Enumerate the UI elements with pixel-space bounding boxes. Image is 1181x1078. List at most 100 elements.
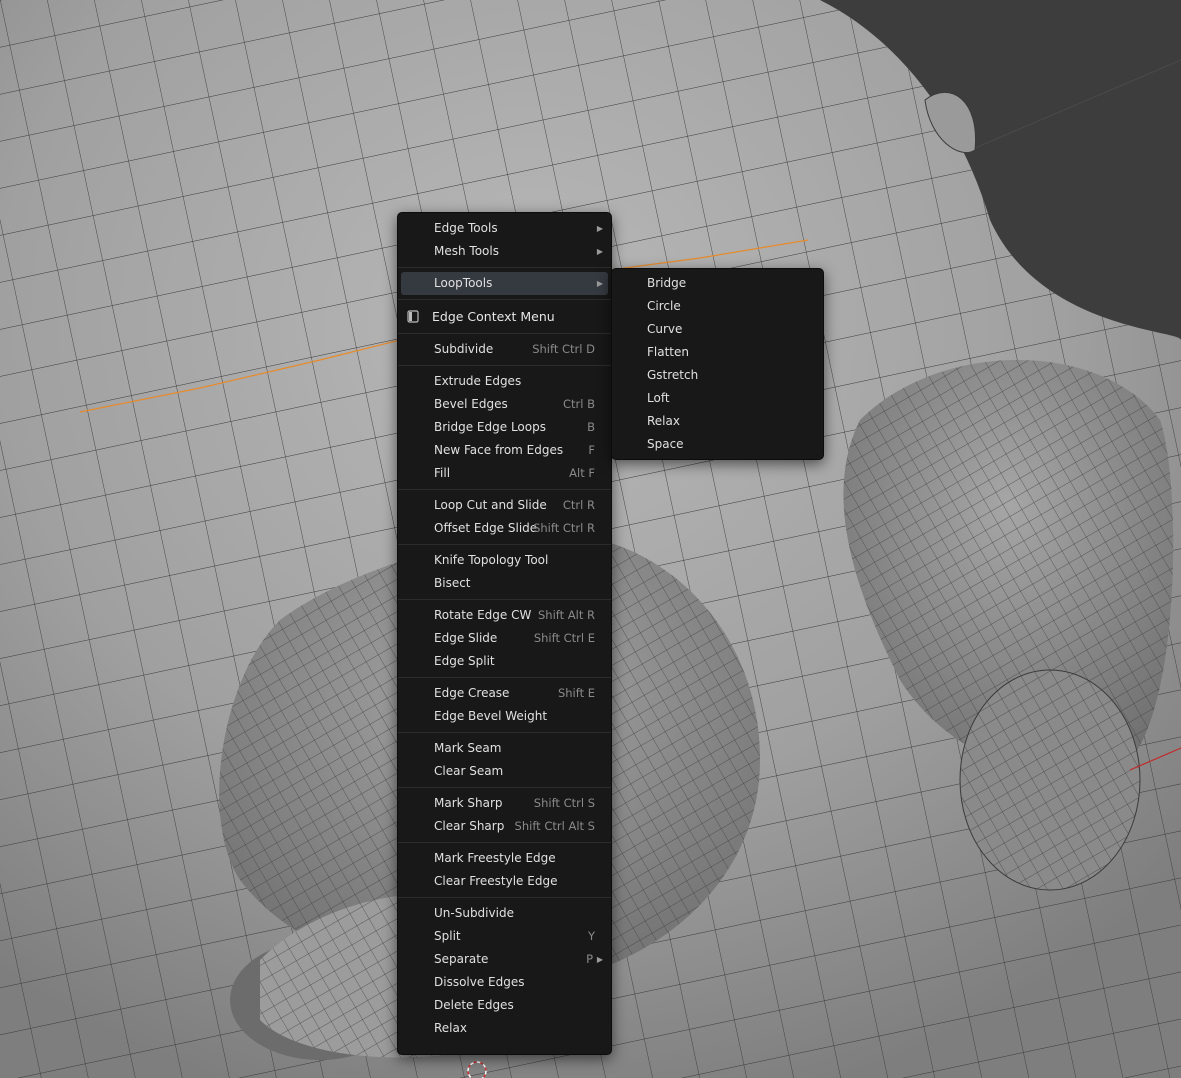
menu-item-shortcut: Y (587, 929, 595, 943)
menu-item-label: Subdivide (434, 342, 494, 356)
menu-item-label: Clear Freestyle Edge (434, 874, 558, 888)
menu-item-label: Flatten (647, 345, 689, 359)
menu-item-dissolve-edges[interactable]: Dissolve Edges (398, 971, 611, 994)
menu-item-clear-seam[interactable]: Clear Seam (398, 760, 611, 783)
menu-separator (398, 787, 611, 788)
menu-item-shortcut: Shift Ctrl D (532, 342, 595, 356)
menu-item-shortcut: Shift Ctrl Alt S (514, 819, 595, 833)
looptools-submenu: Bridge Circle Curve Flatten Gstretch Loft Rela… (611, 268, 824, 460)
menu-item-label: Edge Slide (434, 631, 498, 645)
menu-item-edge-bevel-weight[interactable]: Edge Bevel Weight (398, 705, 611, 728)
menu-item-shortcut: Shift Ctrl R (533, 521, 595, 535)
menu-item-edge-tools[interactable]: Edge Tools ▶ (398, 217, 611, 240)
menu-item-edge-slide[interactable]: Edge Slide Shift Ctrl E (398, 627, 611, 650)
menu-item-bevel-edges[interactable]: Bevel Edges Ctrl B (398, 393, 611, 416)
menu-item-label: Edge Split (434, 654, 495, 668)
menu-item-label: Split (434, 929, 461, 943)
menu-item-label: Mesh Tools (434, 244, 499, 258)
menu-item-label: Bisect (434, 576, 471, 590)
menu-item-label: Space (647, 437, 684, 451)
submenu-arrow-icon: ▶ (596, 224, 603, 233)
menu-item-shortcut: Ctrl B (562, 397, 595, 411)
menu-item-edge-crease[interactable]: Edge Crease Shift E (398, 682, 611, 705)
menu-item-edge-split[interactable]: Edge Split (398, 650, 611, 673)
looptools-item-bridge[interactable]: Bridge (612, 272, 823, 295)
menu-item-label: Clear Sharp (434, 819, 505, 833)
looptools-item-curve[interactable]: Curve (612, 318, 823, 341)
menu-item-label: Rotate Edge CW (434, 608, 532, 622)
menu-item-label: Knife Topology Tool (434, 553, 549, 567)
looptools-item-circle[interactable]: Circle (612, 295, 823, 318)
menu-item-separate[interactable]: Separate P ▶ (398, 948, 611, 971)
menu-item-shortcut: Shift Alt R (537, 608, 595, 622)
menu-item-looptools[interactable]: LoopTools ▶ (401, 272, 608, 295)
menu-item-shortcut: F (588, 443, 595, 457)
menu-separator (398, 599, 611, 600)
menu-item-label: Circle (647, 299, 681, 313)
menu-separator (398, 897, 611, 898)
edge-select-icon (407, 310, 419, 323)
menu-separator (398, 842, 611, 843)
menu-item-label: New Face from Edges (434, 443, 564, 457)
menu-item-label: Relax (434, 1021, 467, 1035)
looptools-item-relax[interactable]: Relax (612, 410, 823, 433)
menu-item-label: Loft (647, 391, 670, 405)
menu-item-mark-sharp[interactable]: Mark Sharp Shift Ctrl S (398, 792, 611, 815)
menu-item-shortcut: Ctrl R (562, 498, 595, 512)
menu-item-label: Clear Seam (434, 764, 504, 778)
menu-item-un-subdivide[interactable]: Un-Subdivide (398, 902, 611, 925)
menu-item-label: Offset Edge Slide (434, 521, 538, 535)
menu-item-label: Bridge Edge Loops (434, 420, 546, 434)
menu-separator (398, 544, 611, 545)
menu-item-shortcut: Shift Ctrl S (533, 796, 595, 810)
menu-item-clear-freestyle-edge[interactable]: Clear Freestyle Edge (398, 870, 611, 893)
menu-item-label: Relax (647, 414, 680, 428)
menu-item-new-face-from-edges[interactable]: New Face from Edges F (398, 439, 611, 462)
submenu-arrow-icon: ▶ (596, 955, 603, 964)
menu-item-knife-topology-tool[interactable]: Knife Topology Tool (398, 549, 611, 572)
menu-item-relax[interactable]: Relax (398, 1017, 611, 1040)
menu-item-fill[interactable]: Fill Alt F (398, 462, 611, 485)
menu-separator (398, 365, 611, 366)
submenu-arrow-icon: ▶ (596, 279, 603, 288)
menu-item-delete-edges[interactable]: Delete Edges (398, 994, 611, 1017)
menu-item-mesh-tools[interactable]: Mesh Tools ▶ (398, 240, 611, 263)
menu-item-label: Separate (434, 952, 489, 966)
menu-item-shortcut: Shift E (557, 686, 595, 700)
menu-item-shortcut: B (587, 420, 595, 434)
menu-item-label: Un-Subdivide (434, 906, 514, 920)
menu-separator (398, 333, 611, 334)
menu-item-label: LoopTools (434, 276, 493, 290)
menu-item-label: Edge Crease (434, 686, 510, 700)
edge-context-menu: Edge Tools ▶ Mesh Tools ▶ LoopTools ▶ Edge … (397, 212, 612, 1055)
menu-item-bisect[interactable]: Bisect (398, 572, 611, 595)
looptools-item-space[interactable]: Space (612, 433, 823, 456)
menu-item-rotate-edge-cw[interactable]: Rotate Edge CW Shift Alt R (398, 604, 611, 627)
menu-item-label: Mark Freestyle Edge (434, 851, 556, 865)
menu-item-label: Gstretch (647, 368, 699, 382)
menu-item-shortcut: Shift Ctrl E (533, 631, 595, 645)
looptools-item-flatten[interactable]: Flatten (612, 341, 823, 364)
menu-title-text: Edge Context Menu (432, 309, 555, 324)
menu-item-label: Bridge (647, 276, 687, 290)
looptools-item-loft[interactable]: Loft (612, 387, 823, 410)
menu-item-label: Delete Edges (434, 998, 514, 1012)
menu-item-mark-seam[interactable]: Mark Seam (398, 737, 611, 760)
menu-item-loop-cut-and-slide[interactable]: Loop Cut and Slide Ctrl R (398, 494, 611, 517)
submenu-arrow-icon: ▶ (596, 247, 603, 256)
menu-item-mark-freestyle-edge[interactable]: Mark Freestyle Edge (398, 847, 611, 870)
menu-item-offset-edge-slide[interactable]: Offset Edge Slide Shift Ctrl R (398, 517, 611, 540)
menu-item-shortcut: Alt F (569, 466, 595, 480)
menu-item-subdivide[interactable]: Subdivide Shift Ctrl D (398, 338, 611, 361)
menu-separator (398, 489, 611, 490)
menu-item-label: Loop Cut and Slide (434, 498, 547, 512)
menu-item-extrude-edges[interactable]: Extrude Edges (398, 370, 611, 393)
menu-item-label: Mark Sharp (434, 796, 503, 810)
menu-item-label: Curve (647, 322, 683, 336)
looptools-item-gstretch[interactable]: Gstretch (612, 364, 823, 387)
menu-item-label: Bevel Edges (434, 397, 508, 411)
menu-item-split[interactable]: Split Y (398, 925, 611, 948)
menu-item-bridge-edge-loops[interactable]: Bridge Edge Loops B (398, 416, 611, 439)
menu-separator (398, 677, 611, 678)
menu-item-clear-sharp[interactable]: Clear Sharp Shift Ctrl Alt S (398, 815, 611, 838)
